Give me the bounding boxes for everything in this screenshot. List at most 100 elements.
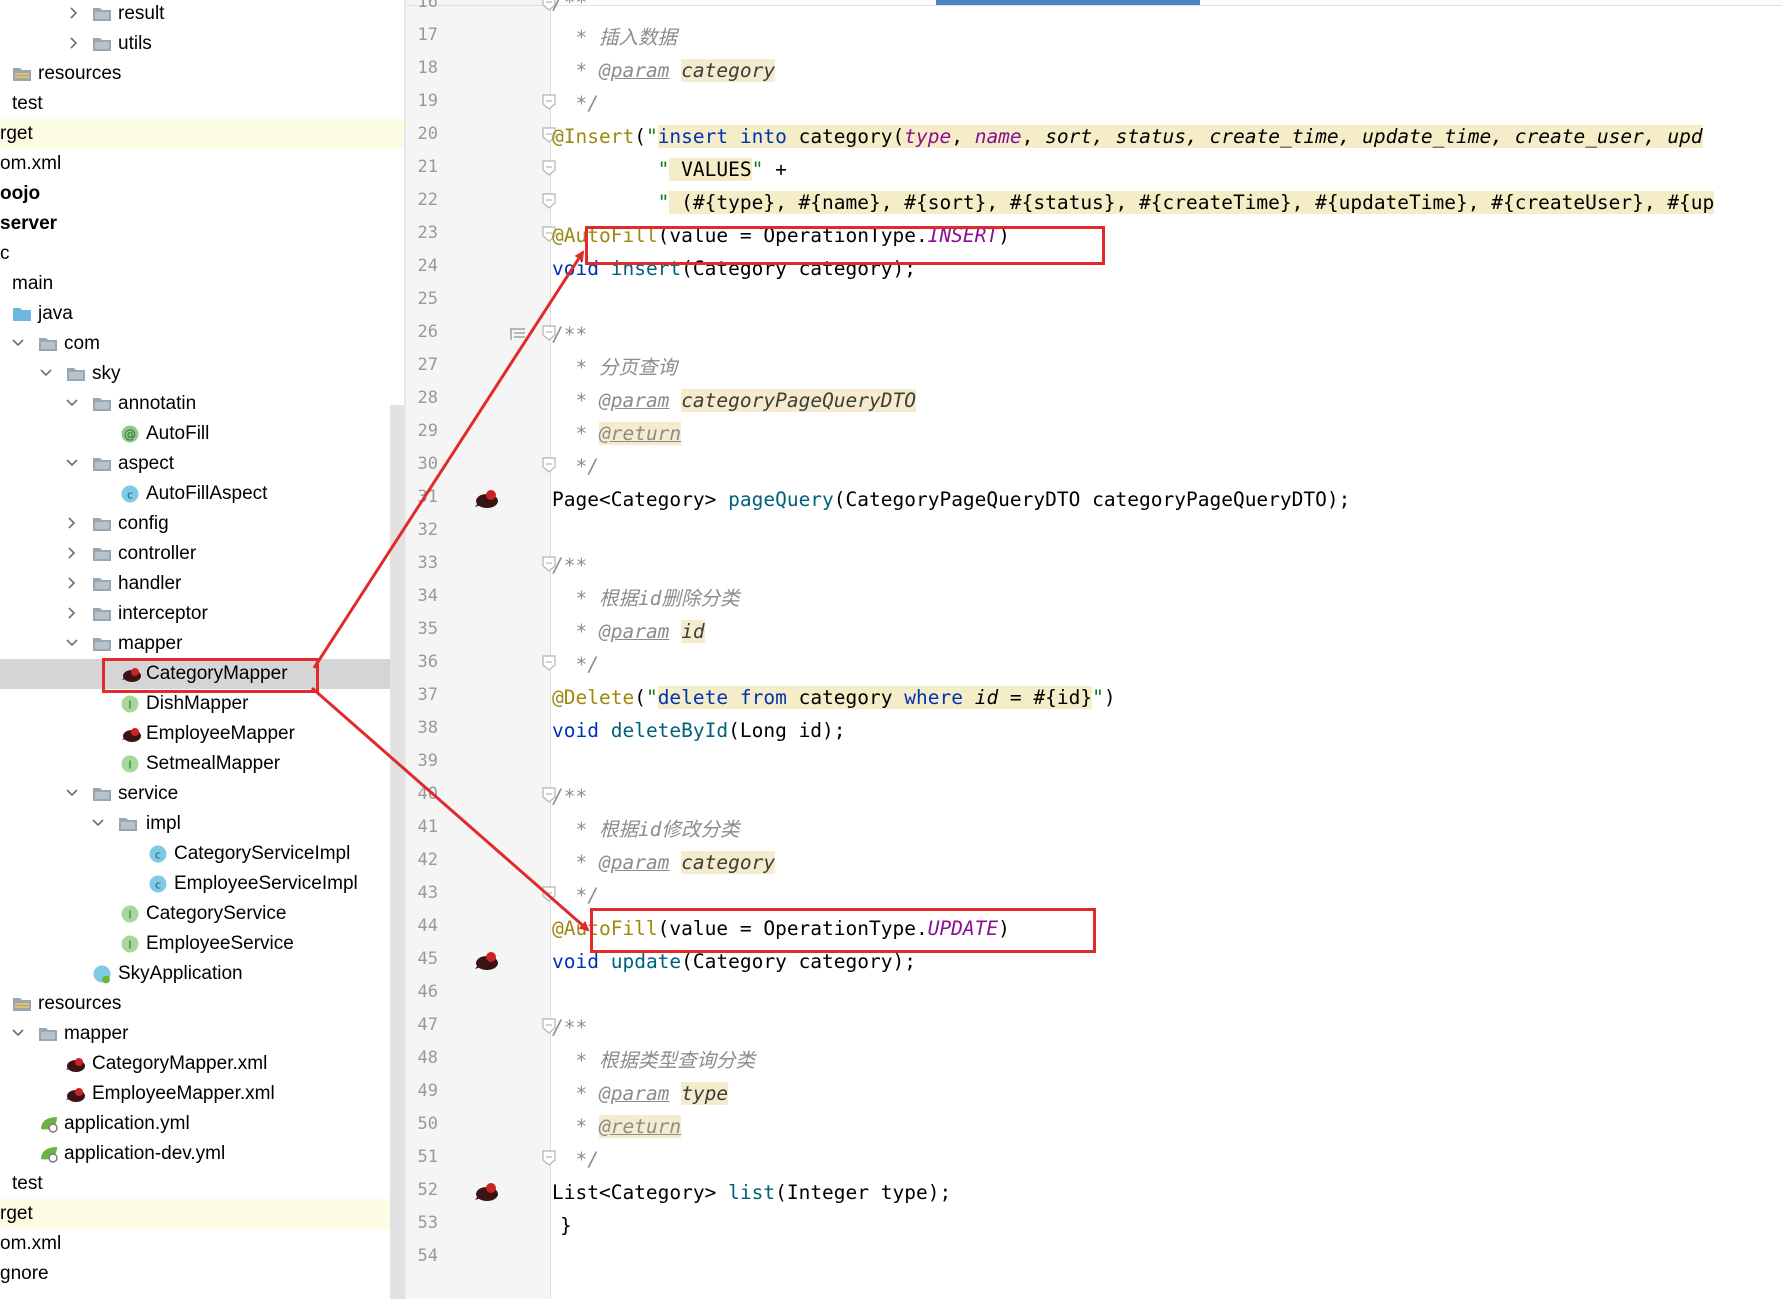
- code-line: /**: [552, 323, 588, 346]
- tree-item[interactable]: server: [0, 209, 404, 239]
- mybatis-navigate-icon[interactable]: [472, 1178, 502, 1204]
- tree-item[interactable]: aspect: [0, 449, 404, 479]
- annotation-icon: @: [120, 424, 140, 444]
- code-line: List<Category> list(Integer type);: [552, 1181, 952, 1204]
- code-line: */: [575, 653, 599, 676]
- chevron-down-icon[interactable]: [12, 336, 24, 350]
- tree-item[interactable]: SkyApplication: [0, 959, 404, 989]
- tree-item[interactable]: test: [0, 1169, 404, 1199]
- line-number: 54: [417, 1246, 438, 1266]
- mybatis-navigate-icon[interactable]: [472, 947, 502, 973]
- tree-item[interactable]: c EmployeeServiceImpl: [0, 869, 404, 899]
- tree-item-label: mapper: [118, 633, 183, 654]
- folder-icon: [38, 1024, 58, 1044]
- folder-icon: [92, 604, 112, 624]
- class-icon: c: [148, 844, 168, 864]
- tree-item-label: SkyApplication: [118, 963, 243, 984]
- mybatis-icon: [64, 1084, 85, 1104]
- line-number: 43: [417, 883, 438, 903]
- line-number: 32: [417, 520, 438, 540]
- line-number: 31: [417, 487, 438, 507]
- tree-item[interactable]: gnore: [0, 1259, 404, 1289]
- tree-item[interactable]: I SetmealMapper: [0, 749, 404, 779]
- svg-text:c: c: [155, 879, 161, 892]
- tree-item[interactable]: annotatin: [0, 389, 404, 419]
- structure-icon[interactable]: [510, 326, 526, 340]
- tree-item-label: test: [12, 1173, 43, 1194]
- tree-item[interactable]: c AutoFillAspect: [0, 479, 404, 509]
- project-tree-panel[interactable]: result utils resources test rget om.xml oojo se…: [0, 0, 404, 1299]
- line-number: 48: [417, 1048, 438, 1068]
- tree-item[interactable]: utils: [0, 29, 404, 59]
- chevron-down-icon[interactable]: [66, 456, 78, 470]
- tree-item[interactable]: application.yml: [0, 1109, 404, 1139]
- tree-item[interactable]: EmployeeMapper.xml: [0, 1079, 404, 1109]
- chevron-right-icon[interactable]: [68, 36, 80, 50]
- tree-item[interactable]: mapper: [0, 629, 404, 659]
- tree-item[interactable]: I DishMapper: [0, 689, 404, 719]
- tree-scrollbar[interactable]: [390, 405, 404, 1299]
- tree-item[interactable]: EmployeeMapper: [0, 719, 404, 749]
- tree-item[interactable]: rget: [0, 1199, 404, 1229]
- tree-item[interactable]: c CategoryServiceImpl: [0, 839, 404, 869]
- tree-item[interactable]: rget: [0, 119, 404, 149]
- tree-item[interactable]: config: [0, 509, 404, 539]
- tree-item[interactable]: mapper: [0, 1019, 404, 1049]
- java-folder-icon: [12, 304, 32, 324]
- tree-item[interactable]: main: [0, 269, 404, 299]
- svg-text:I: I: [128, 699, 131, 712]
- tree-item[interactable]: controller: [0, 539, 404, 569]
- line-number: 53: [417, 1213, 438, 1233]
- tree-item[interactable]: I CategoryService: [0, 899, 404, 929]
- tree-item[interactable]: om.xml: [0, 149, 404, 179]
- folder-icon: [92, 784, 112, 804]
- chevron-down-icon[interactable]: [66, 786, 78, 800]
- tree-item[interactable]: CategoryMapper.xml: [0, 1049, 404, 1079]
- chevron-right-icon[interactable]: [66, 516, 78, 530]
- tree-item[interactable]: service: [0, 779, 404, 809]
- code-line: @Insert("insert into category(type, name…: [552, 125, 1703, 148]
- tree-item[interactable]: handler: [0, 569, 404, 599]
- line-number: 18: [417, 58, 438, 78]
- code-line: }: [560, 1214, 572, 1237]
- chevron-down-icon[interactable]: [12, 1026, 24, 1040]
- tree-item-label: resources: [38, 993, 122, 1014]
- tree-item[interactable]: @ AutoFill: [0, 419, 404, 449]
- tree-item[interactable]: oojo: [0, 179, 404, 209]
- mybatis-navigate-icon[interactable]: [472, 485, 502, 511]
- chevron-down-icon[interactable]: [92, 816, 104, 830]
- tree-item-label: controller: [118, 543, 197, 564]
- folder-icon: [92, 4, 112, 24]
- chevron-right-icon[interactable]: [68, 6, 80, 20]
- tree-item[interactable]: result: [0, 0, 404, 29]
- chevron-down-icon[interactable]: [66, 636, 78, 650]
- interface-icon: I: [120, 934, 140, 954]
- line-number: 21: [417, 157, 438, 177]
- tree-item-label: SetmealMapper: [146, 753, 281, 774]
- line-number: 17: [417, 25, 438, 45]
- tree-item[interactable]: I EmployeeService: [0, 929, 404, 959]
- tree-item[interactable]: interceptor: [0, 599, 404, 629]
- tree-item[interactable]: c: [0, 239, 404, 269]
- tree-item-label: result: [118, 3, 165, 24]
- chevron-right-icon[interactable]: [66, 546, 78, 560]
- mybatis-icon: [64, 1054, 85, 1074]
- code-line: * @param id: [575, 620, 705, 643]
- tree-item[interactable]: application-dev.yml: [0, 1139, 404, 1169]
- tree-item[interactable]: resources: [0, 59, 404, 89]
- chevron-right-icon[interactable]: [66, 606, 78, 620]
- code-editor[interactable]: 16 17 18 19 20 21 22 23 24 25 26 27 28 29 30 31 32 33 34 35…: [406, 0, 1782, 1299]
- tree-item[interactable]: test: [0, 89, 404, 119]
- code-line: */: [575, 92, 599, 115]
- tree-item[interactable]: java: [0, 299, 404, 329]
- tree-item[interactable]: com: [0, 329, 404, 359]
- tree-item[interactable]: impl: [0, 809, 404, 839]
- tree-item[interactable]: resources: [0, 989, 404, 1019]
- tree-item[interactable]: om.xml: [0, 1229, 404, 1259]
- chevron-right-icon[interactable]: [66, 576, 78, 590]
- chevron-down-icon[interactable]: [66, 396, 78, 410]
- highlight-box-autofill-insert: [585, 226, 1105, 265]
- tree-item[interactable]: sky: [0, 359, 404, 389]
- chevron-down-icon[interactable]: [40, 366, 52, 380]
- tree-item-label: EmployeeService: [146, 933, 294, 954]
